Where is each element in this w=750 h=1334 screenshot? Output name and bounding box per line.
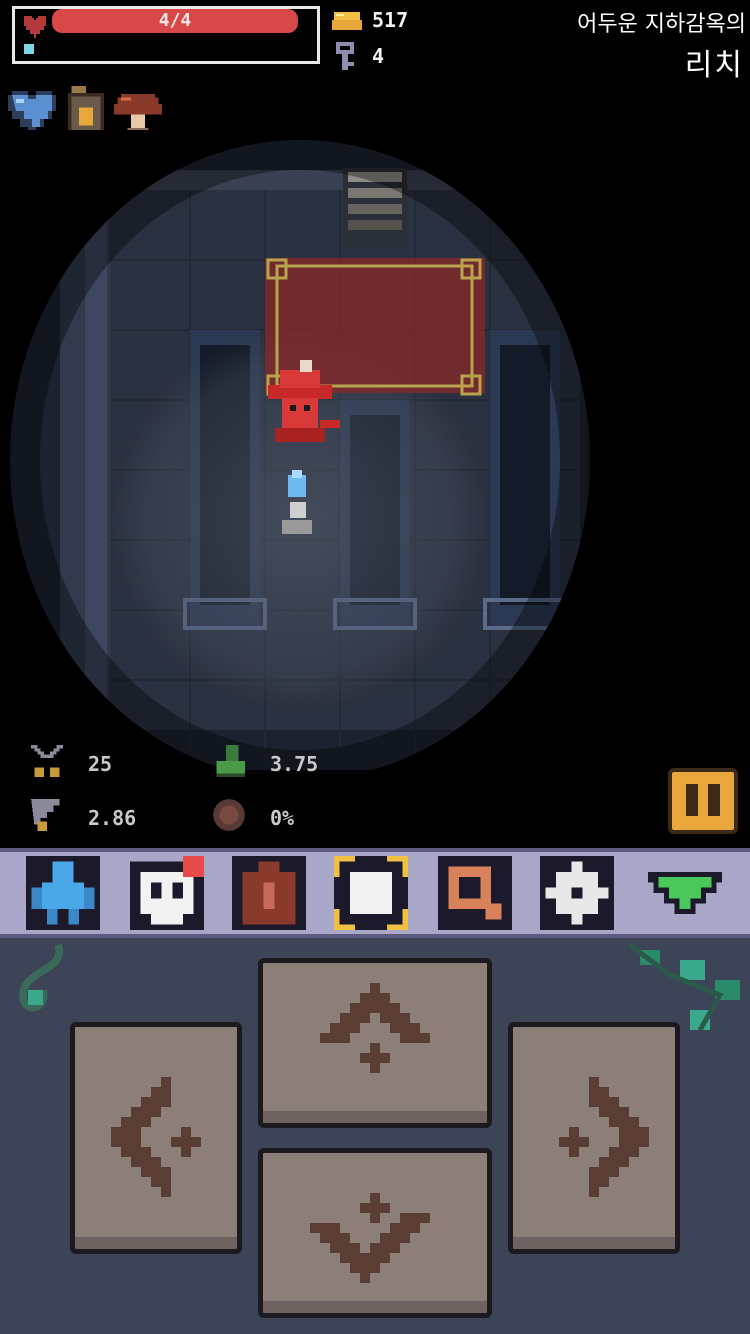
skull-icon[interactable] xyxy=(130,856,204,930)
gold-icon xyxy=(332,12,362,30)
heart-icon xyxy=(24,16,46,38)
attack-value: 25 xyxy=(88,752,113,776)
mushroom-icon[interactable] xyxy=(114,86,162,136)
pause-button[interactable] xyxy=(668,768,738,834)
magnifier-icon[interactable] xyxy=(438,856,512,930)
key-count: 4 xyxy=(372,44,385,68)
speed-value: 3.75 xyxy=(270,752,319,776)
dpad-left[interactable] xyxy=(70,1022,242,1254)
map-icon[interactable] xyxy=(334,856,408,930)
blue-heart-icon[interactable] xyxy=(8,86,56,136)
arrow-down-icon xyxy=(310,1193,430,1283)
dpad-right[interactable] xyxy=(508,1022,680,1254)
crit-icon xyxy=(213,799,245,831)
collapse-triangle-icon[interactable] xyxy=(648,856,722,930)
dungeon-map[interactable] xyxy=(0,130,750,770)
lantern-icon[interactable] xyxy=(62,86,110,136)
vine-decoration-left xyxy=(19,943,64,1012)
health-text: 4/4 xyxy=(158,10,192,31)
attack-icon xyxy=(31,745,63,777)
gear-icon[interactable] xyxy=(540,856,614,930)
attack-speed-value: 2.86 xyxy=(88,806,137,830)
boot-icon xyxy=(216,745,245,777)
backpack-icon[interactable] xyxy=(232,856,306,930)
key-icon xyxy=(336,42,354,70)
arrow-up-icon xyxy=(320,983,430,1073)
gold-count: 517 xyxy=(372,8,409,32)
xp-indicator xyxy=(24,44,34,54)
arrow-right-icon xyxy=(559,1077,649,1197)
arrow-left-icon xyxy=(111,1077,201,1197)
dpad-up[interactable] xyxy=(258,958,492,1128)
crit-value: 0% xyxy=(270,806,295,830)
dpad-down[interactable] xyxy=(258,1148,492,1318)
character-icon[interactable] xyxy=(26,856,100,930)
dungeon-name: 어두운 지하감옥의 xyxy=(577,12,746,37)
attack-speed-icon xyxy=(31,799,60,831)
floor-name: 리치 xyxy=(684,48,744,83)
